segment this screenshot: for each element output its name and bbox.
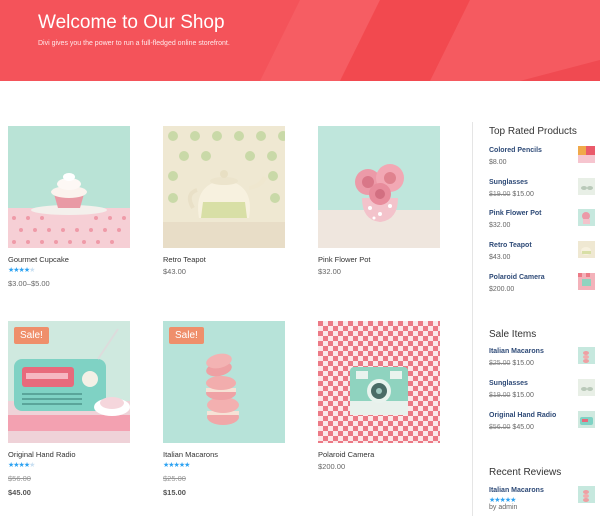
side-thumb-macarons[interactable] (578, 486, 595, 503)
side-thumb-flower-pot[interactable] (578, 209, 595, 226)
product-name[interactable]: Polaroid Camera (318, 450, 374, 459)
widget-title-recent-reviews: Recent Reviews (489, 467, 562, 478)
product-image-camera[interactable] (318, 321, 440, 443)
side-thumb-radio[interactable] (578, 411, 595, 428)
side-product-price: $56.00 $45.00 (489, 424, 534, 431)
side-product-price: $19.00 $15.00 (489, 392, 534, 399)
page-title: Welcome to Our Shop (38, 12, 225, 33)
side-product-price: $43.00 (489, 254, 511, 261)
product-name[interactable]: Original Hand Radio (8, 450, 76, 459)
side-product-price: $200.00 (489, 286, 515, 293)
side-thumb-sunglasses[interactable] (578, 379, 595, 396)
product-price: $43.00 (163, 267, 186, 276)
product-price: $32.00 (318, 267, 341, 276)
side-product-name[interactable]: Pink Flower Pot (489, 210, 542, 217)
side-product-name[interactable]: Original Hand Radio (489, 412, 556, 419)
product-price: $200.00 (318, 462, 346, 471)
side-product-name[interactable]: Italian Macarons (489, 348, 544, 355)
review-author: by admin (489, 504, 518, 511)
side-product-price: $25.00 $15.00 (489, 360, 534, 367)
top-rated-item[interactable]: Sunglasses $19.00 $15.00 (489, 178, 597, 207)
product-card[interactable]: Gourmet Cupcake ★★★★★ $3.00–$5.00 (8, 126, 132, 296)
rating-stars: ★★★★★ (163, 462, 190, 469)
side-thumb-teapot[interactable] (578, 241, 595, 258)
top-rated-item[interactable]: Colored Pencils $8.00 (489, 146, 597, 175)
sale-badge: Sale! (14, 327, 49, 344)
side-product-name[interactable]: Colored Pencils (489, 147, 542, 154)
product-name[interactable]: Gourmet Cupcake (8, 255, 69, 264)
page-subtitle: Divi gives you the power to run a full-f… (38, 40, 230, 47)
review-item[interactable]: Italian Macarons ★★★★★ by admin (489, 486, 597, 515)
product-price: $15.00 (163, 488, 186, 497)
product-old-price: $56.00 (8, 474, 31, 483)
sale-item[interactable]: Italian Macarons $25.00 $15.00 (489, 347, 597, 376)
top-rated-item[interactable]: Polaroid Camera $200.00 (489, 273, 597, 302)
product-price: $3.00–$5.00 (8, 279, 50, 288)
product-card[interactable]: Sale! Original Hand Radio ★★★★★ $56.00 $… (8, 321, 132, 501)
product-old-price: $25.00 (163, 474, 186, 483)
side-product-name[interactable]: Polaroid Camera (489, 274, 545, 281)
product-name[interactable]: Pink Flower Pot (318, 255, 371, 264)
product-name[interactable]: Retro Teapot (163, 255, 206, 264)
sale-badge: Sale! (169, 327, 204, 344)
product-card[interactable]: Retro Teapot $43.00 (163, 126, 287, 286)
side-thumb-pencils[interactable] (578, 146, 595, 163)
review-product-name[interactable]: Italian Macarons (489, 487, 544, 494)
sidebar-divider (472, 122, 473, 516)
rating-stars: ★★★★★ (8, 267, 35, 274)
side-thumb-camera[interactable] (578, 273, 595, 290)
side-product-price: $32.00 (489, 222, 511, 229)
side-thumb-macarons[interactable] (578, 347, 595, 364)
rating-stars: ★★★★★ (8, 462, 35, 469)
side-thumb-sunglasses[interactable] (578, 178, 595, 195)
product-image-cupcake[interactable] (8, 126, 130, 248)
side-product-name[interactable]: Retro Teapot (489, 242, 532, 249)
side-product-name[interactable]: Sunglasses (489, 380, 528, 387)
review-rating-stars: ★★★★★ (489, 497, 516, 504)
sale-item[interactable]: Original Hand Radio $56.00 $45.00 (489, 411, 597, 440)
page-header: Welcome to Our Shop Divi gives you the p… (0, 0, 600, 81)
widget-title-top-rated: Top Rated Products (489, 126, 577, 137)
widget-title-sale-items: Sale Items (489, 329, 537, 340)
product-image-macarons[interactable]: Sale! (163, 321, 285, 443)
side-product-name[interactable]: Sunglasses (489, 179, 528, 186)
side-product-price: $19.00 $15.00 (489, 191, 534, 198)
product-image-radio[interactable]: Sale! (8, 321, 130, 443)
top-rated-item[interactable]: Retro Teapot $43.00 (489, 241, 597, 270)
sale-item[interactable]: Sunglasses $19.00 $15.00 (489, 379, 597, 408)
product-price: $45.00 (8, 488, 31, 497)
top-rated-item[interactable]: Pink Flower Pot $32.00 (489, 209, 597, 238)
product-image-flower-pot[interactable] (318, 126, 440, 248)
product-name[interactable]: Italian Macarons (163, 450, 218, 459)
side-product-price: $8.00 (489, 159, 507, 166)
product-image-teapot[interactable] (163, 126, 285, 248)
product-card[interactable]: Sale! Italian Macarons ★★★★★ $25.00 $15.… (163, 321, 287, 501)
product-card[interactable]: Polaroid Camera $200.00 (318, 321, 442, 481)
product-card[interactable]: Pink Flower Pot $32.00 (318, 126, 442, 286)
